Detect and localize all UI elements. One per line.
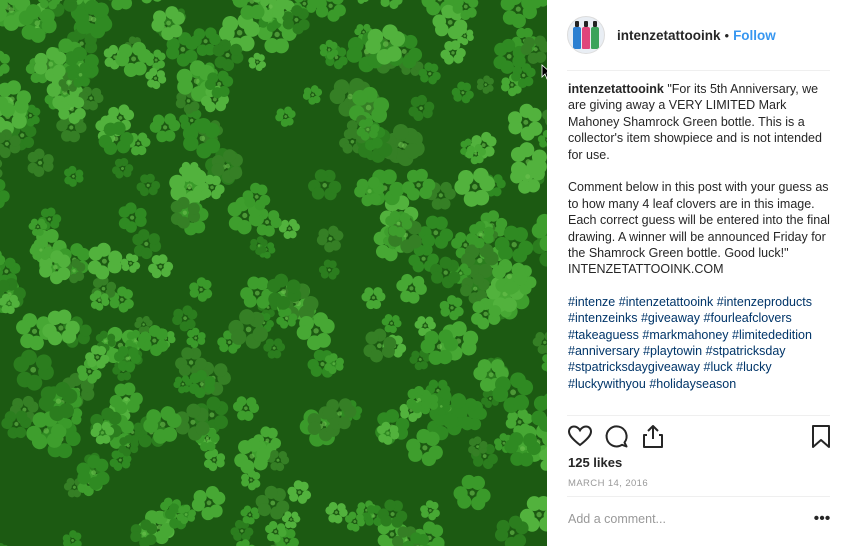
hashtag-link[interactable]: #anniversary: [568, 344, 640, 358]
hashtag-link[interactable]: #intenzetattooink: [619, 295, 714, 309]
hashtag-link[interactable]: #limitededition: [732, 328, 812, 342]
hashtag-link[interactable]: #luckywithyou: [568, 377, 646, 391]
hashtag-link[interactable]: #fourleafclovers: [704, 311, 792, 325]
post-image[interactable]: [0, 0, 547, 546]
hashtag-link[interactable]: #stpatricksday: [706, 344, 786, 358]
hashtag-list: #intenze #intenzetattooink #intenzeprodu…: [568, 294, 834, 392]
post-caption: intenzetattooink "For its 5th Anniversar…: [568, 81, 834, 414]
hashtag-link[interactable]: #intenze: [568, 295, 615, 309]
hashtag-link[interactable]: #intenzeinks: [568, 311, 638, 325]
ink-bottle-green: [591, 21, 599, 49]
hashtag-link[interactable]: #giveaway: [641, 311, 700, 325]
post-side-panel: intenzetattooink • Follow intenzetattooi…: [547, 0, 850, 546]
hashtag-link[interactable]: #lucky: [736, 360, 771, 374]
hashtag-link[interactable]: #luck: [704, 360, 733, 374]
shamrock-clover-photo: [0, 0, 547, 546]
ink-bottle-blue: [573, 21, 581, 49]
post-date: MARCH 14, 2016: [568, 478, 649, 489]
avatar[interactable]: [567, 16, 605, 54]
caption-paragraph-2: Comment below in this post with your gue…: [568, 180, 830, 261]
follow-separator: •: [724, 27, 730, 43]
header-divider: [567, 70, 830, 71]
hashtag-link[interactable]: #intenzeproducts: [717, 295, 812, 309]
ink-bottle-pink: [582, 21, 590, 49]
caption-username[interactable]: intenzetattooink: [568, 82, 664, 96]
bookmark-icon[interactable]: [808, 423, 834, 449]
caption-website: INTENZETATTOOINK.COM: [568, 262, 724, 277]
follow-button[interactable]: Follow: [733, 28, 776, 43]
header-username[interactable]: intenzetattooink: [617, 28, 721, 43]
comment-input[interactable]: Add a comment...: [568, 512, 666, 526]
more-options-icon[interactable]: •••: [812, 510, 832, 528]
likes-count[interactable]: 125 likes: [568, 455, 622, 470]
share-icon[interactable]: [640, 423, 666, 449]
hashtag-link[interactable]: #holidayseason: [649, 377, 736, 391]
hashtag-link[interactable]: #stpatricksdaygiveaway: [568, 360, 700, 374]
heart-icon[interactable]: [567, 423, 593, 449]
hashtag-link[interactable]: #takeaguess: [568, 328, 639, 342]
speech-bubble-icon[interactable]: [603, 423, 629, 449]
post-header: intenzetattooink • Follow: [567, 16, 830, 54]
hashtag-link[interactable]: #markmahoney: [642, 328, 728, 342]
action-bar: [567, 423, 833, 451]
comment-divider: [567, 496, 830, 497]
hashtag-link[interactable]: #playtowin: [643, 344, 702, 358]
caption-divider: [567, 415, 830, 416]
